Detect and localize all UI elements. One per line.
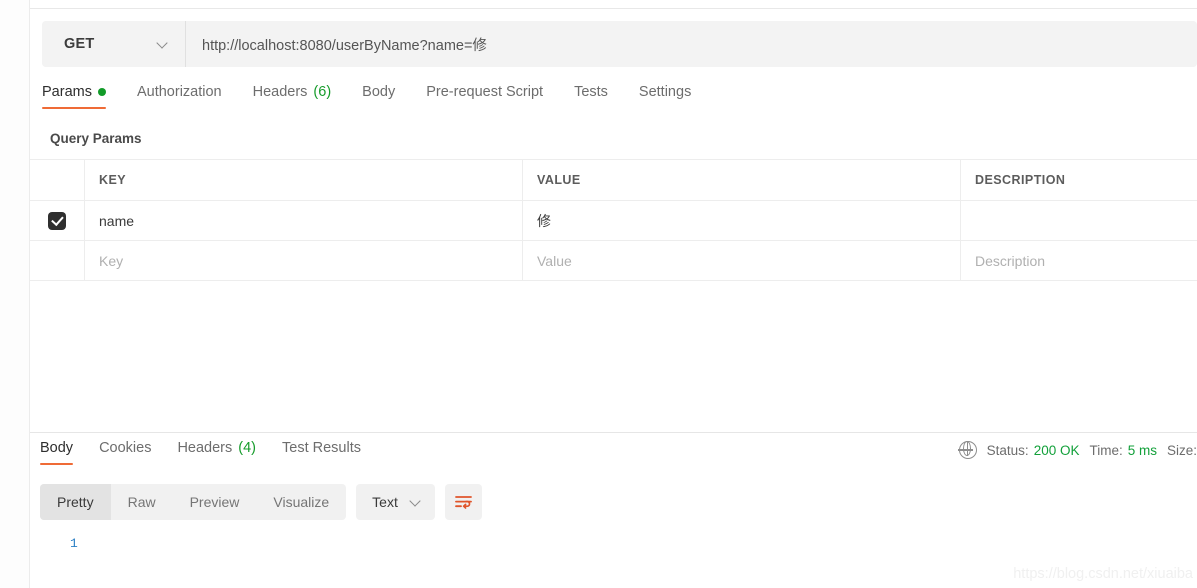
response-tab-label: Test Results bbox=[282, 440, 361, 456]
header-cell-description: DESCRIPTION bbox=[961, 160, 1197, 200]
header-label-description: DESCRIPTION bbox=[975, 173, 1066, 187]
param-value-value: 修 bbox=[537, 212, 551, 229]
time-label: Time: bbox=[1089, 442, 1123, 458]
tab-settings[interactable]: Settings bbox=[639, 84, 691, 109]
left-gutter bbox=[0, 0, 30, 588]
response-tab-count-badge: (4) bbox=[238, 440, 256, 456]
row-value-cell[interactable]: 修 bbox=[523, 201, 961, 240]
top-divider bbox=[30, 8, 1197, 9]
tab-label: Headers bbox=[252, 84, 308, 100]
response-tab-label: Cookies bbox=[99, 440, 152, 456]
size-label: Size: bbox=[1166, 442, 1197, 458]
tab-label: Tests bbox=[574, 84, 608, 100]
word-wrap-icon bbox=[454, 495, 472, 509]
table-row: name 修 bbox=[30, 200, 1197, 241]
tab-label: Pre-request Script bbox=[426, 84, 544, 100]
tab-pre-request-script[interactable]: Pre-request Script bbox=[426, 84, 543, 109]
response-tab-body[interactable]: Body bbox=[40, 440, 74, 465]
placeholder-key-text: Key bbox=[99, 252, 124, 269]
tab-headers[interactable]: Headers (6) bbox=[253, 84, 332, 109]
tab-body[interactable]: Body bbox=[362, 84, 395, 109]
line-number: 1 bbox=[70, 536, 78, 551]
status-code-group: Status: 200 OK bbox=[987, 443, 1080, 458]
placeholder-description-cell[interactable]: Description bbox=[961, 241, 1197, 280]
format-tab-pretty[interactable]: Pretty bbox=[40, 484, 111, 520]
query-params-table: KEY VALUE DESCRIPTION name 修 Key Value D… bbox=[30, 159, 1197, 281]
http-method-label: GET bbox=[64, 36, 95, 52]
chevron-down-icon bbox=[157, 38, 169, 50]
tab-modified-dot-icon bbox=[97, 88, 106, 96]
tab-label: Params bbox=[42, 84, 92, 100]
pane-divider[interactable] bbox=[30, 432, 1197, 433]
format-segmented-control: Pretty Raw Preview Visualize bbox=[40, 484, 347, 520]
response-format-toolbar: Pretty Raw Preview Visualize Text bbox=[40, 484, 482, 520]
table-header-row: KEY VALUE DESCRIPTION bbox=[30, 159, 1197, 201]
status-label: Status: bbox=[986, 442, 1029, 458]
response-tab-test-results[interactable]: Test Results bbox=[282, 440, 361, 465]
table-row-placeholder: Key Value Description bbox=[30, 240, 1197, 281]
header-label-value: VALUE bbox=[537, 173, 581, 187]
param-key-value: name bbox=[99, 212, 135, 229]
placeholder-key-cell[interactable]: Key bbox=[85, 241, 523, 280]
tab-tests[interactable]: Tests bbox=[574, 84, 608, 109]
tab-params[interactable]: Params bbox=[42, 84, 106, 109]
format-tab-visualize[interactable]: Visualize bbox=[256, 484, 346, 520]
tab-count-badge: (6) bbox=[313, 84, 332, 100]
url-input[interactable]: http://localhost:8080/userByName?name=修 bbox=[186, 21, 1197, 67]
query-params-title: Query Params bbox=[50, 131, 142, 146]
globe-icon bbox=[958, 440, 977, 459]
header-label-key: KEY bbox=[99, 173, 127, 187]
header-cell-value: VALUE bbox=[523, 160, 961, 200]
response-status-bar: Status: 200 OK Time: 5 ms Size: bbox=[958, 440, 1197, 459]
response-tab-cookies[interactable]: Cookies bbox=[99, 440, 151, 465]
postman-request-response-panel: GET http://localhost:8080/userByName?nam… bbox=[0, 0, 1197, 588]
tab-authorization[interactable]: Authorization bbox=[137, 84, 222, 109]
response-tab-label: Body bbox=[40, 440, 74, 456]
response-tabs: Body Cookies Headers (4) Test Results bbox=[40, 440, 387, 465]
placeholder-value-cell[interactable]: Value bbox=[523, 241, 961, 280]
placeholder-value-text: Value bbox=[537, 252, 572, 269]
body-type-select[interactable]: Text bbox=[356, 484, 435, 520]
status-badge: 200 OK bbox=[1033, 442, 1080, 458]
response-time-group: Time: 5 ms bbox=[1089, 443, 1157, 458]
response-tab-label: Headers bbox=[177, 440, 233, 456]
url-text: http://localhost:8080/userByName?name=修 bbox=[202, 37, 487, 54]
url-bar: GET http://localhost:8080/userByName?nam… bbox=[42, 21, 1197, 67]
watermark: https://blog.csdn.net/xiuaiba bbox=[1013, 566, 1193, 582]
format-tab-preview[interactable]: Preview bbox=[173, 484, 257, 520]
chevron-down-icon bbox=[410, 496, 422, 508]
tab-label: Body bbox=[362, 84, 396, 100]
row-description-cell[interactable] bbox=[961, 201, 1197, 240]
format-tab-raw[interactable]: Raw bbox=[111, 484, 173, 520]
response-tab-headers[interactable]: Headers (4) bbox=[177, 440, 256, 465]
body-type-label: Text bbox=[372, 494, 398, 510]
placeholder-description-text: Description bbox=[975, 252, 1046, 269]
tab-label: Settings bbox=[638, 84, 692, 100]
request-tabs: Params Authorization Headers (6) Body Pre-req… bbox=[42, 84, 1197, 117]
row-checkbox-cell bbox=[30, 201, 85, 240]
tab-label: Authorization bbox=[136, 84, 222, 100]
placeholder-checkbox-cell bbox=[30, 241, 85, 280]
header-cell-key: KEY bbox=[85, 160, 523, 200]
param-enabled-checkbox[interactable] bbox=[48, 211, 66, 230]
row-key-cell[interactable]: name bbox=[85, 201, 523, 240]
header-cell-select bbox=[30, 160, 85, 200]
word-wrap-button[interactable] bbox=[444, 484, 482, 520]
http-method-select[interactable]: GET bbox=[42, 21, 186, 67]
time-value: 5 ms bbox=[1127, 442, 1157, 458]
